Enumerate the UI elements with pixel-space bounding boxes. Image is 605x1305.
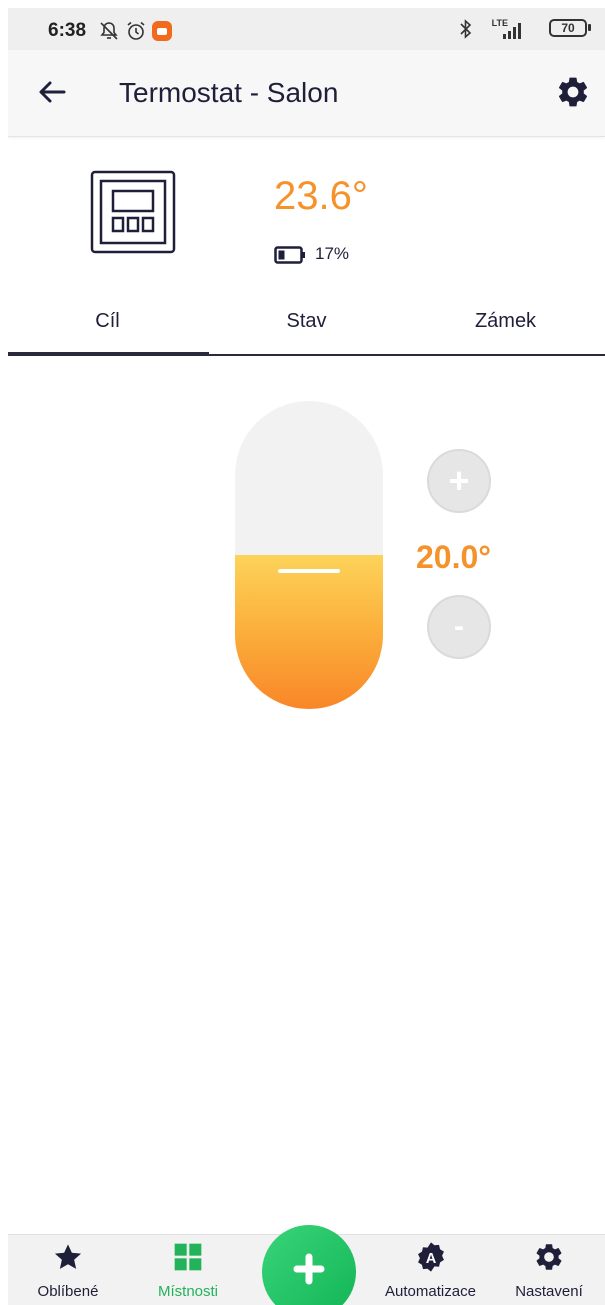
minus-icon: - — [454, 610, 464, 643]
signal-icon — [503, 23, 521, 39]
top-app-bar: Termostat - Salon — [8, 50, 605, 137]
tab-status[interactable]: Stav — [207, 300, 406, 354]
tab-label: Cíl — [95, 310, 120, 332]
gear-icon — [536, 1244, 562, 1270]
svg-text:A: A — [425, 1251, 436, 1267]
plus-icon: + — [448, 460, 470, 501]
arrow-left-icon — [39, 81, 66, 103]
status-bar: 6:38 LTE 70 — [8, 8, 605, 50]
grid-icon — [174, 1243, 202, 1271]
tab-target[interactable]: Cíl — [8, 300, 207, 354]
battery-low-icon — [274, 246, 305, 264]
settings-button[interactable] — [555, 74, 591, 110]
tab-bar: Cíl Stav Zámek — [8, 300, 605, 356]
notifications-off-icon — [100, 22, 118, 40]
plus-icon — [293, 1253, 325, 1285]
battery-percent: 17% — [315, 244, 350, 263]
mi-app-icon — [152, 21, 172, 41]
app-screen: 6:38 LTE 70 Termostat - Salon 23.6° 17% … — [8, 8, 605, 1305]
automation-icon: A — [417, 1242, 444, 1272]
nav-item-rooms[interactable]: Místnosti — [128, 1235, 248, 1305]
slider-handle[interactable] — [278, 569, 340, 573]
alarm-icon — [127, 21, 145, 40]
active-tab-indicator — [8, 352, 209, 356]
increase-temperature-button[interactable]: + — [427, 449, 491, 513]
temperature-slider[interactable] — [235, 401, 383, 709]
back-button[interactable] — [34, 74, 70, 110]
nav-label: Místnosti — [157, 1283, 218, 1300]
current-temperature: 23.6° — [274, 174, 368, 218]
star-icon — [54, 1244, 82, 1269]
battery-indicator: 70 — [549, 19, 587, 37]
tab-lock[interactable]: Zámek — [406, 300, 605, 354]
nav-item-favorites[interactable]: Oblíbené — [8, 1235, 128, 1305]
battery-cap — [588, 24, 591, 31]
target-temperature: 20.0° — [416, 539, 492, 575]
temperature-slider-fill — [235, 555, 383, 709]
nav-item-settings[interactable]: Nastavení — [493, 1235, 605, 1305]
gear-icon — [558, 77, 588, 107]
thermostat-device-icon — [90, 170, 176, 254]
nav-label: Automatizace — [385, 1283, 476, 1300]
decrease-temperature-button[interactable]: - — [427, 595, 491, 659]
bluetooth-icon — [460, 19, 472, 39]
nav-item-automation[interactable]: A Automatizace — [368, 1235, 493, 1305]
status-time: 6:38 — [48, 20, 87, 41]
nav-label: Nastavení — [515, 1283, 583, 1300]
nav-label: Oblíbené — [37, 1283, 99, 1300]
page-title: Termostat - Salon — [119, 77, 339, 108]
tab-label: Zámek — [474, 310, 537, 332]
tab-label: Stav — [286, 310, 327, 332]
